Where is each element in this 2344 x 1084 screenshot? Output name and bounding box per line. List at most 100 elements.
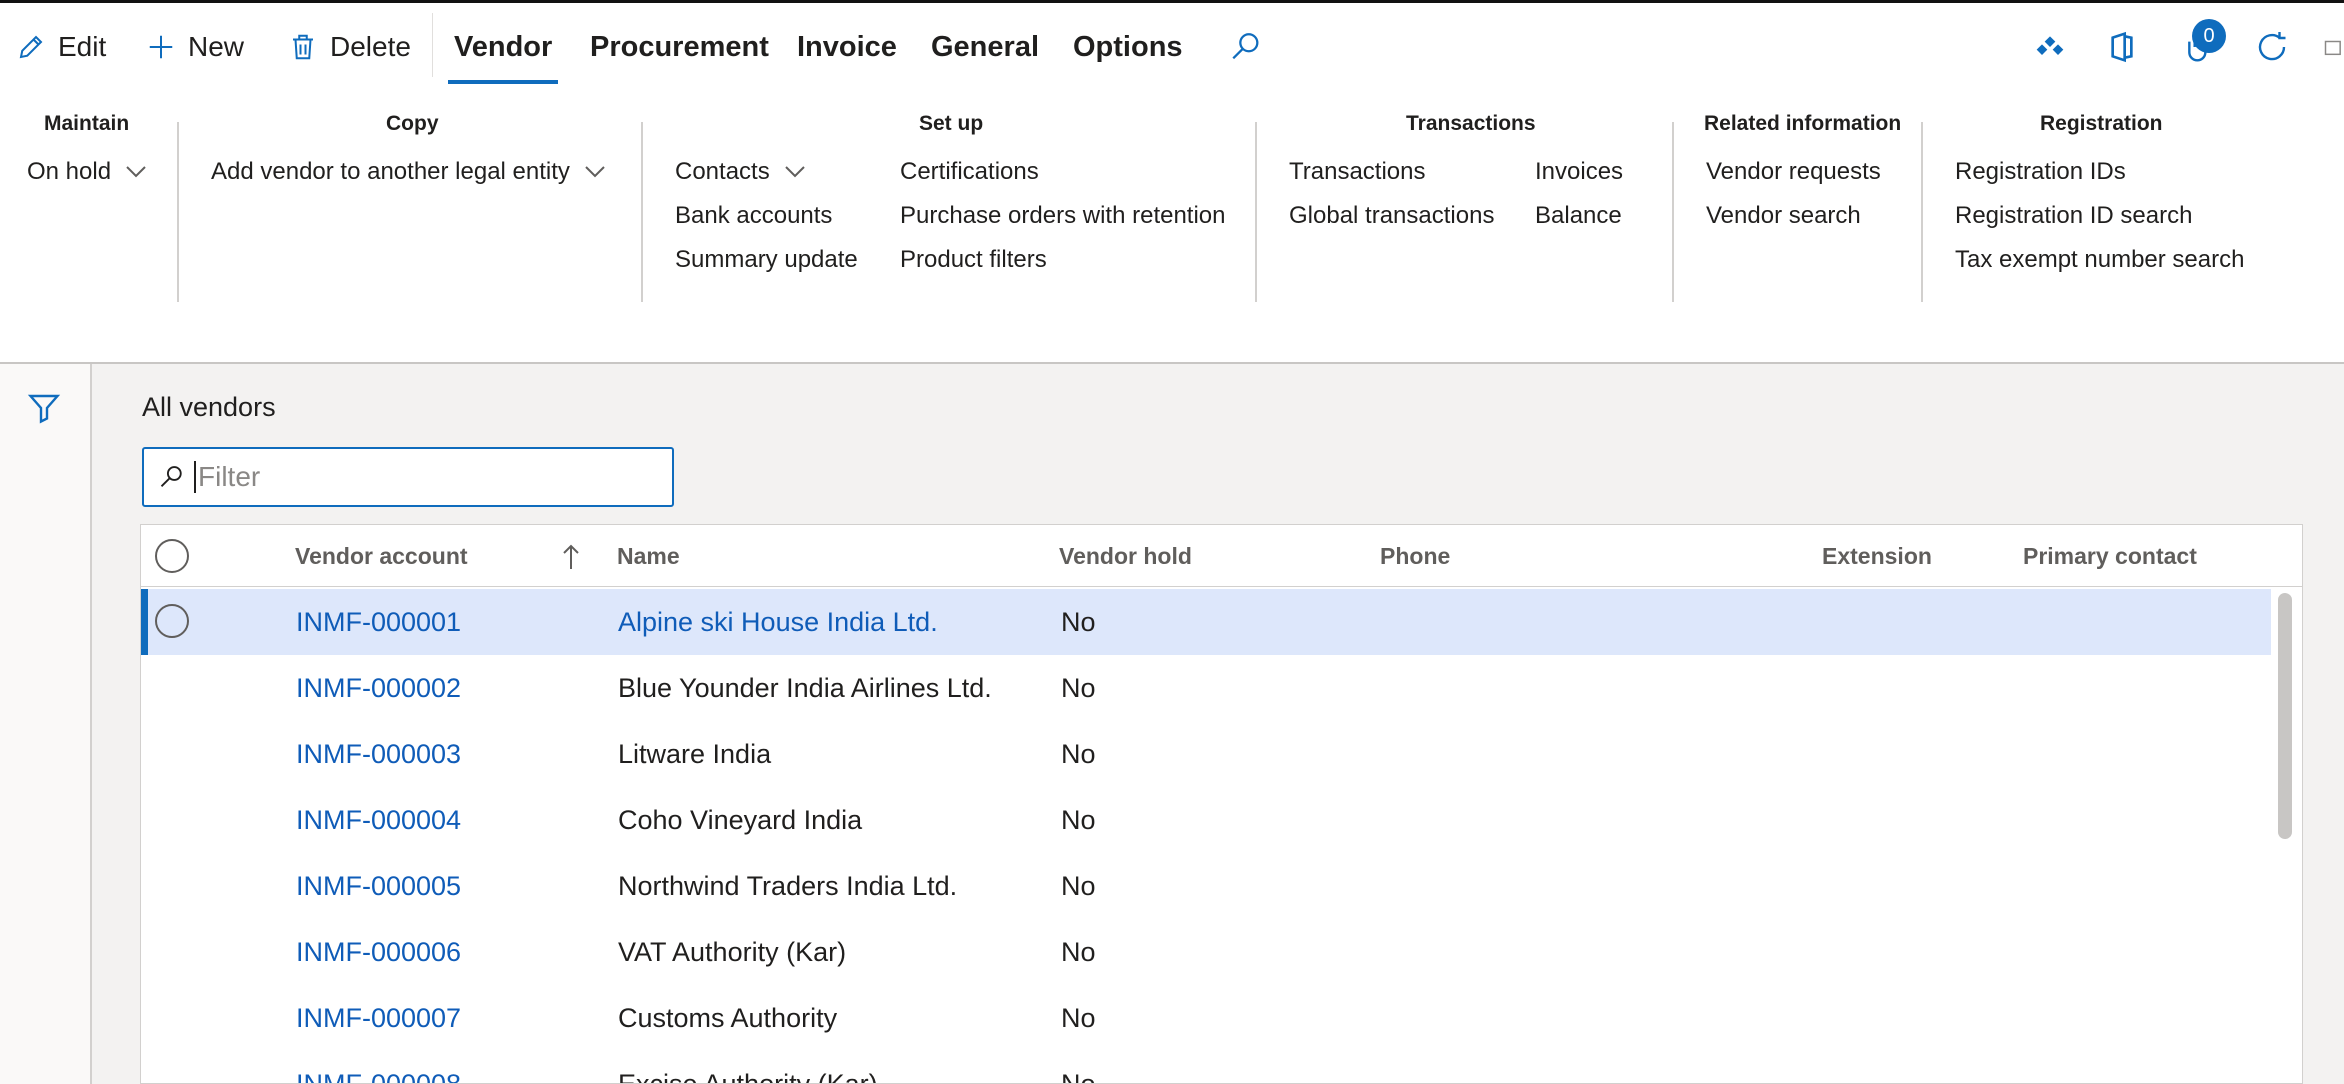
contacts-menu[interactable]: Contacts [675,158,806,186]
certifications-button[interactable]: Certifications [900,158,1039,186]
edit-button[interactable]: Edit [16,23,106,71]
plus-icon [149,35,173,59]
ribbon-divider [1255,122,1257,302]
bank-accounts-button[interactable]: Bank accounts [675,202,832,230]
filter-pane-button[interactable] [24,388,64,428]
vendor-name-cell: Northwind Traders India Ltd. [618,871,958,901]
trash-icon [293,34,313,60]
column-vendor-account[interactable]: Vendor account [295,543,468,570]
balance-button[interactable]: Balance [1535,202,1622,230]
vendor-account-link[interactable]: INMF-000001 [296,607,461,638]
product-filters-button[interactable]: Product filters [900,246,1047,274]
on-hold-menu[interactable]: On hold [27,158,147,186]
group-maintain-title: Maintain [44,112,130,135]
table-row[interactable]: INMF-000003 Litware India No [141,721,2271,787]
action-pane: Edit New Delete Vendor Procurement Invoi… [0,0,2344,85]
table-row[interactable]: INMF-000002 Blue Younder India Airlines L… [141,655,2271,721]
vendor-hold-cell: No [1061,871,1096,901]
invoices-button[interactable]: Invoices [1535,158,1623,186]
column-name[interactable]: Name [617,543,680,570]
column-primary-contact[interactable]: Primary contact [2023,543,2197,570]
vendor-name-cell: Customs Authority [618,1003,838,1033]
table-row[interactable]: INMF-000006 VAT Authority (Kar) No [141,919,2271,985]
tab-vendor[interactable]: Vendor [447,23,559,85]
vendor-hold-cell: No [1061,937,1096,967]
tax-exempt-search-button[interactable]: Tax exempt number search [1955,246,2244,274]
po-retention-button[interactable]: Purchase orders with retention [900,202,1226,230]
column-vendor-hold[interactable]: Vendor hold [1059,543,1192,570]
window-icon [2324,40,2341,56]
notification-badge: 0 [2192,19,2226,53]
office-icon [2111,31,2133,63]
ribbon-divider [641,122,643,302]
column-extension[interactable]: Extension [1822,543,1932,570]
table-row[interactable]: INMF-000008 Excise Authority (Kar) No [141,1051,2271,1084]
ribbon-divider [1672,122,1674,302]
vendor-account-link[interactable]: INMF-000004 [296,805,461,836]
vendor-hold-cell: No [1061,673,1096,703]
table-row[interactable]: INMF-000004 Coho Vineyard India No [141,787,2271,853]
office-button[interactable] [2100,25,2144,69]
vendor-account-link[interactable]: INMF-000002 [296,673,461,704]
tab-procurement[interactable]: Procurement [590,23,769,71]
chevron-down-icon [785,166,805,178]
sort-ascending-icon[interactable] [561,543,581,571]
filter-pane-rail [0,364,92,1084]
vendor-account-link[interactable]: INMF-000007 [296,1003,461,1034]
transactions-button[interactable]: Transactions [1289,158,1426,186]
vendor-hold-cell: No [1061,607,1096,637]
tab-invoice[interactable]: Invoice [797,23,897,71]
select-all-radio[interactable] [155,539,189,573]
tab-general[interactable]: General [931,23,1039,71]
vendor-account-link[interactable]: INMF-000005 [296,871,461,902]
page-title: All vendors [142,392,276,422]
on-hold-label: On hold [27,158,112,185]
vendor-account-link[interactable]: INMF-000006 [296,937,461,968]
group-transactions-title: Transactions [1406,112,1536,135]
vendor-name-cell: Excise Authority (Kar) [618,1069,878,1084]
new-button[interactable]: New [146,23,244,71]
vertical-scrollbar[interactable] [2278,593,2292,839]
column-phone[interactable]: Phone [1380,543,1450,570]
ribbon: Maintain On hold Copy Add vendor to anot… [0,84,2344,364]
pencil-icon [19,35,43,59]
vendor-hold-cell: No [1061,739,1096,769]
filter-input[interactable] [194,461,634,493]
refresh-icon [2258,32,2286,61]
expand-button[interactable] [2318,25,2344,69]
table-row[interactable]: INMF-000007 Customs Authority No [141,985,2271,1051]
vendor-name-cell: Coho Vineyard India [618,805,863,835]
summary-update-button[interactable]: Summary update [675,246,858,274]
vendor-hold-cell: No [1061,805,1096,835]
group-related-title: Related information [1704,112,1902,135]
add-vendor-legal-entity-menu[interactable]: Add vendor to another legal entity [211,158,606,186]
power-apps-button[interactable] [2028,25,2072,69]
search-button[interactable] [1224,25,1268,69]
vendor-name-cell: VAT Authority (Kar) [618,937,847,967]
vendor-hold-cell: No [1061,1069,1096,1084]
toolbar-divider [432,13,433,77]
vendor-name-cell: Litware India [618,739,772,769]
global-transactions-button[interactable]: Global transactions [1289,202,1494,230]
vendor-requests-button[interactable]: Vendor requests [1706,158,1881,186]
vendors-grid: Vendor account Name Vendor hold Phone Ex… [140,524,2303,1084]
vendor-name-cell: Blue Younder India Airlines Ltd. [618,673,992,703]
tab-options[interactable]: Options [1073,23,1183,71]
delete-button[interactable]: Delete [288,23,411,71]
registration-id-search-button[interactable]: Registration ID search [1955,202,2192,230]
filter-icon [27,394,61,424]
vendor-search-button[interactable]: Vendor search [1706,202,1861,230]
table-row[interactable]: INMF-000005 Northwind Traders India Ltd. N… [141,853,2271,919]
vendor-name-cell: Alpine ski House India Ltd. [618,607,938,637]
new-label: New [188,31,245,62]
group-registration-title: Registration [2040,112,2163,135]
registration-ids-button[interactable]: Registration IDs [1955,158,2126,186]
row-select-radio[interactable] [155,604,189,638]
edit-label: Edit [58,31,107,62]
vendor-account-link[interactable]: INMF-000008 [296,1069,461,1083]
ribbon-divider [1921,122,1923,302]
table-row[interactable]: INMF-000001 Alpine ski House India Ltd. No [141,589,2271,655]
vendor-hold-cell: No [1061,1003,1096,1033]
vendor-account-link[interactable]: INMF-000003 [296,739,461,770]
refresh-button[interactable] [2250,25,2294,69]
